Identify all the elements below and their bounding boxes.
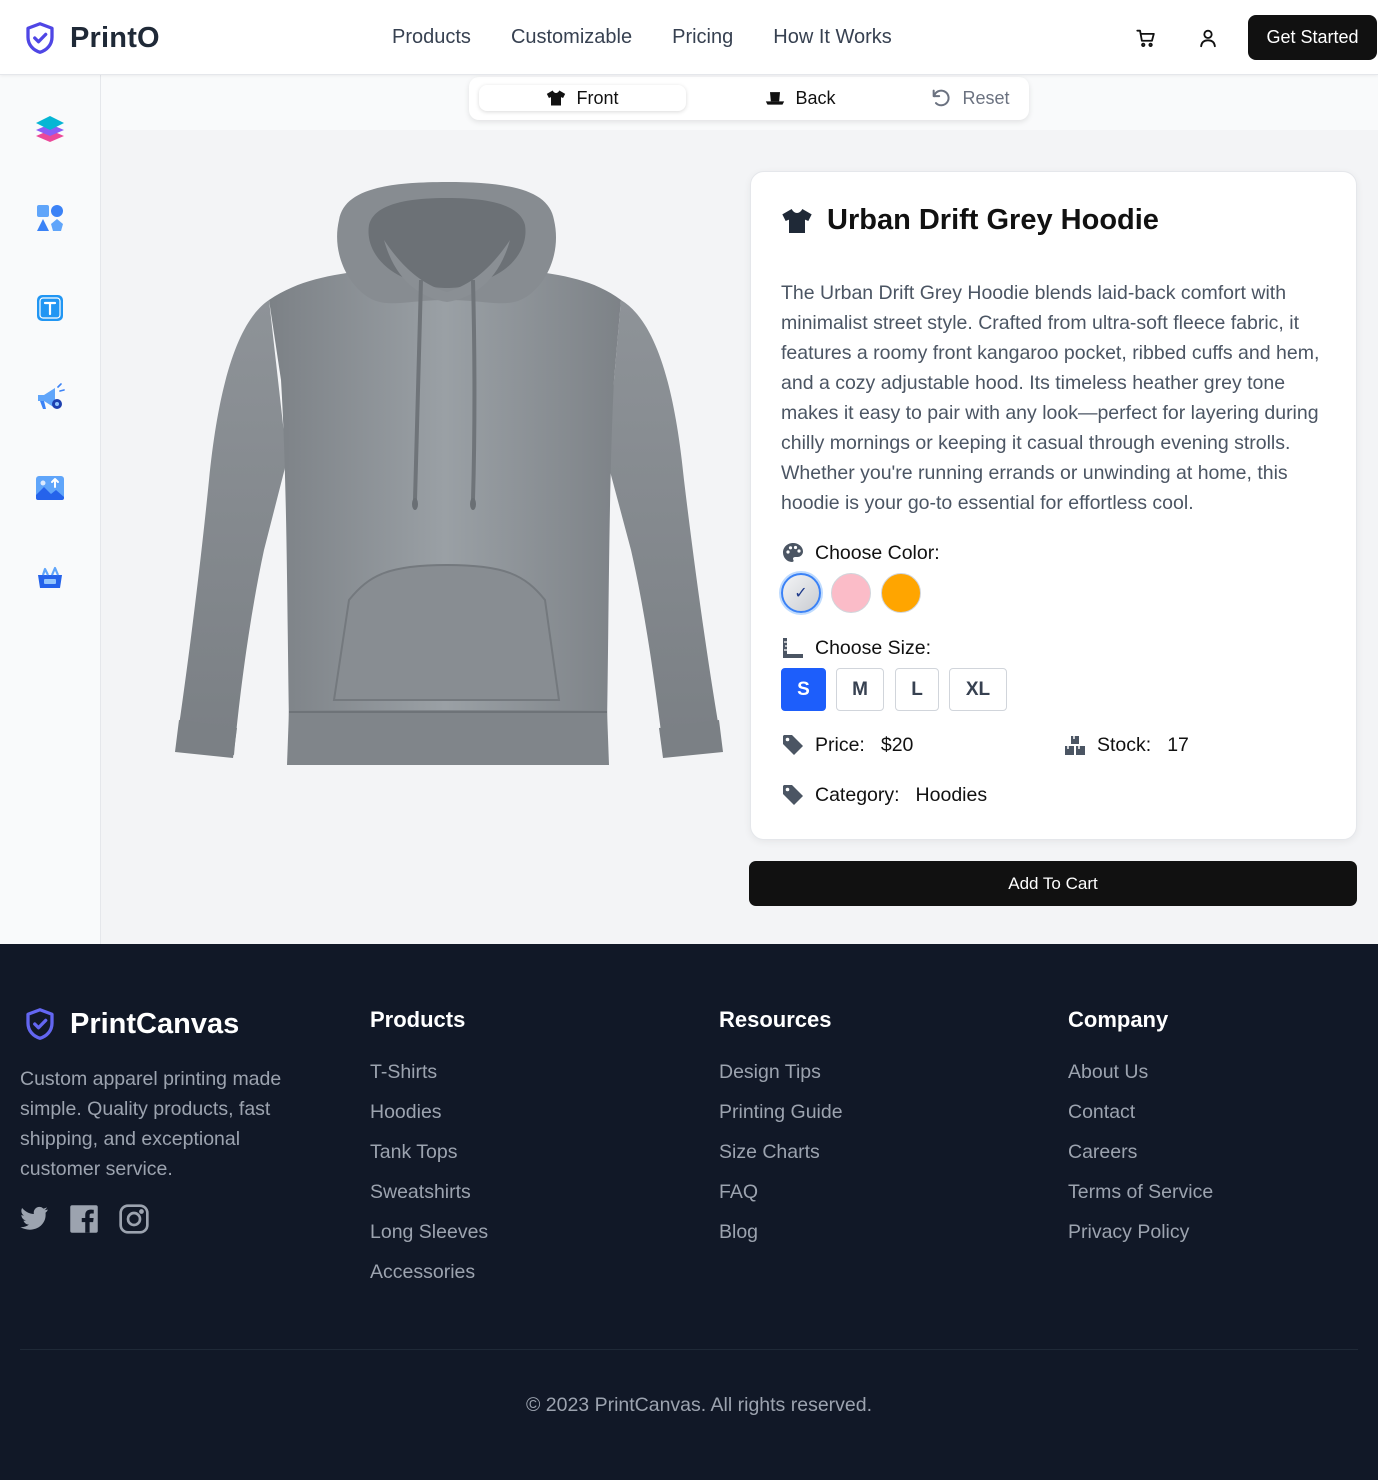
check-icon: ✓ (794, 585, 808, 602)
user-icon[interactable] (1196, 26, 1220, 50)
stock-label: Stock: (1097, 733, 1152, 756)
choose-color-label: Choose Color: (781, 541, 940, 565)
site-header: PrintO Products Customizable Pricing How… (0, 0, 1378, 75)
product-image (175, 182, 723, 765)
category-value: Hoodies (915, 783, 988, 806)
color-swatch-pink[interactable] (831, 573, 871, 613)
footer-col-title: Resources (719, 1007, 832, 1032)
choose-size-text: Choose Size: (815, 636, 931, 659)
reset-button[interactable]: Reset (915, 85, 1025, 111)
layers-icon[interactable] (32, 110, 68, 146)
color-swatch-grey[interactable]: ✓ (781, 573, 821, 613)
nav-pricing[interactable]: Pricing (672, 26, 733, 49)
choose-size-label: Choose Size: (781, 636, 931, 660)
product-editor: Front Back Reset Urban Drift Grey Hoodie… (101, 75, 1378, 944)
footer-col-resources: Resources Design Tips Printing Guide Siz… (719, 1007, 843, 1261)
footer-link-terms[interactable]: Terms of Service (1068, 1181, 1213, 1221)
footer-link-size-charts[interactable]: Size Charts (719, 1141, 843, 1181)
logo-text: PrintO (70, 21, 160, 54)
footer-divider (20, 1349, 1358, 1350)
footer-link-about-us[interactable]: About Us (1068, 1061, 1213, 1101)
tab-front[interactable]: Front (479, 85, 686, 111)
size-option-l[interactable]: L (895, 668, 939, 711)
price-label: Price: (815, 733, 865, 756)
size-option-m[interactable]: M (836, 668, 884, 711)
footer-col-title: Products (370, 1007, 466, 1032)
footer-link-tank-tops[interactable]: Tank Tops (370, 1141, 488, 1181)
product-details-card: Urban Drift Grey Hoodie The Urban Drift … (750, 171, 1357, 840)
tab-back-label: Back (795, 87, 836, 108)
footer-link-printing-guide[interactable]: Printing Guide (719, 1101, 843, 1141)
boxes-icon (1065, 736, 1085, 755)
templates-icon[interactable] (32, 560, 68, 596)
footer-col-title: Company (1068, 1007, 1169, 1032)
nav-products[interactable]: Products (392, 26, 471, 49)
footer-col-products: Products T-Shirts Hoodies Tank Tops Swea… (370, 1007, 488, 1301)
footer-link-faq[interactable]: FAQ (719, 1181, 843, 1221)
shield-check-icon (26, 22, 54, 54)
product-title-row: Urban Drift Grey Hoodie (781, 204, 1159, 237)
footer-link-sweatshirts[interactable]: Sweatshirts (370, 1181, 488, 1221)
footer-link-hoodies[interactable]: Hoodies (370, 1101, 488, 1141)
tshirt-icon (547, 90, 566, 106)
palette-icon (783, 543, 803, 562)
get-started-button[interactable]: Get Started (1248, 15, 1377, 60)
undo-icon (933, 89, 951, 107)
cart-icon[interactable] (1134, 26, 1158, 50)
twitter-icon[interactable] (18, 1203, 50, 1235)
footer-col-company: Company About Us Contact Careers Terms o… (1068, 1007, 1213, 1261)
nav-customizable[interactable]: Customizable (511, 26, 632, 49)
logo[interactable]: PrintO (22, 20, 160, 56)
footer-brand-text: PrintCanvas (70, 1007, 240, 1040)
footer-link-blog[interactable]: Blog (719, 1221, 843, 1261)
footer-link-design-tips[interactable]: Design Tips (719, 1061, 843, 1101)
footer-link-contact[interactable]: Contact (1068, 1101, 1213, 1141)
marketing-icon[interactable] (32, 380, 68, 416)
tag-icon (783, 735, 803, 755)
product-title: Urban Drift Grey Hoodie (827, 204, 1159, 236)
shield-check-icon (26, 1008, 54, 1040)
stock-value: 17 (1167, 733, 1189, 756)
price-row: Price: $20 (781, 733, 913, 757)
size-option-s[interactable]: S (781, 668, 826, 711)
category-row: Category: Hoodies (781, 783, 987, 807)
footer-copyright: © 2023 PrintCanvas. All rights reserved. (525, 1394, 873, 1416)
category-label: Category: (815, 783, 900, 806)
ruler-icon (783, 638, 803, 658)
view-toggle: Front Back Reset (469, 77, 1029, 120)
stock-row: Stock: 17 (1063, 733, 1189, 757)
shapes-icon[interactable] (32, 200, 68, 236)
footer-link-privacy[interactable]: Privacy Policy (1068, 1221, 1213, 1261)
choose-color-text: Choose Color: (815, 541, 940, 564)
add-to-cart-button[interactable]: Add To Cart (749, 861, 1357, 906)
tag-icon (783, 785, 803, 805)
footer-about: Custom apparel printing made simple. Qua… (20, 1068, 282, 1180)
footer-link-tshirts[interactable]: T-Shirts (370, 1061, 488, 1101)
footer-logo[interactable]: PrintCanvas (22, 1006, 239, 1042)
footer-link-long-sleeves[interactable]: Long Sleeves (370, 1221, 488, 1261)
tshirt-icon (782, 208, 812, 233)
image-upload-icon[interactable] (32, 470, 68, 506)
main-nav: Products Customizable Pricing How It Wor… (392, 26, 932, 49)
product-description: The Urban Drift Grey Hoodie blends laid-… (781, 282, 1320, 514)
design-tools-sidebar (0, 75, 101, 944)
text-icon[interactable] (32, 290, 68, 326)
hat-icon (766, 92, 785, 105)
price-value: $20 (880, 733, 914, 756)
site-footer: PrintCanvas Custom apparel printing made… (0, 944, 1378, 1480)
nav-how-it-works[interactable]: How It Works (773, 26, 892, 49)
size-option-xl[interactable]: XL (949, 668, 1007, 711)
tab-back[interactable]: Back (697, 85, 904, 111)
facebook-icon[interactable] (68, 1203, 100, 1235)
color-swatch-orange[interactable] (881, 573, 921, 613)
instagram-icon[interactable] (118, 1203, 150, 1235)
reset-label: Reset (962, 87, 1010, 108)
footer-link-accessories[interactable]: Accessories (370, 1261, 488, 1301)
footer-link-careers[interactable]: Careers (1068, 1141, 1213, 1181)
tab-front-label: Front (576, 87, 619, 108)
